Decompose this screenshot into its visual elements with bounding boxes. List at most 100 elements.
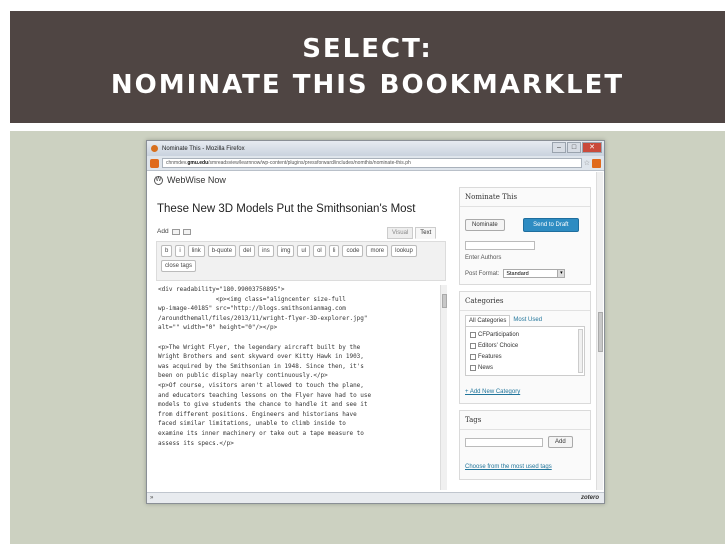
code-line: assess its specs.</p> [158, 439, 234, 447]
tab-most-used[interactable]: Most Used [510, 315, 545, 326]
page-scroll-thumb[interactable] [598, 312, 603, 352]
url-path: /smreadsview/learnnow/wp-content/plugins… [208, 160, 411, 166]
category-checklist: CFParticipation Editors' Choice Features Ne… [465, 326, 585, 376]
code-line: models to give students the chance to ha… [158, 401, 368, 409]
add-media-icon[interactable] [182, 228, 191, 235]
close-window-button[interactable]: ✕ [582, 142, 602, 153]
category-checkbox[interactable] [470, 342, 476, 349]
category-checkbox[interactable] [470, 353, 476, 360]
categories-title: Categories [460, 292, 590, 311]
chevron-down-icon: ▾ [557, 270, 565, 277]
tab-text[interactable]: Text [415, 227, 437, 239]
editor-scrollbar[interactable] [440, 285, 447, 490]
category-checkbox[interactable] [470, 331, 476, 338]
quicktag-button[interactable]: lookup [391, 245, 417, 257]
add-new-category-link[interactable]: + Add New Category [465, 389, 520, 395]
send-to-draft-button[interactable]: Send to Draft [523, 218, 579, 232]
post-format-label: Post Format: [465, 270, 500, 277]
quicktags-toolbar: b i link b-quote del ins img ul ol li code more look… [156, 241, 446, 281]
add-tag-button[interactable]: Add [548, 436, 573, 448]
wordpress-icon: W [154, 175, 163, 185]
tags-title: Tags [460, 411, 590, 430]
code-line: was acquired by the Smithsonian in 1948.… [158, 362, 364, 370]
code-line: <p><img class="aligncenter size-full [158, 295, 346, 303]
url-domain: gmu.edu [187, 160, 209, 166]
categories-box: Categories All Categories Most Used CFPa… [459, 291, 591, 404]
quicktag-button[interactable]: ins [258, 245, 274, 257]
quicktag-button[interactable]: i [175, 245, 185, 257]
code-line: faced similar limitations, unable to cli… [158, 420, 346, 428]
quicktag-button[interactable]: b [161, 245, 173, 257]
quicktag-button[interactable]: img [276, 245, 295, 257]
quicktag-button[interactable]: b-quote [207, 245, 237, 257]
add-image-icon[interactable] [171, 228, 180, 235]
most-used-tags-link[interactable]: Choose from the most used tags [465, 464, 552, 470]
code-line: wp-image-40185" src="http://blogs.smiths… [158, 305, 346, 313]
browser-titlebar: Nominate This - Mozilla Firefox – □ ✕ [147, 141, 604, 156]
url-prefix: chnmdev. [166, 160, 188, 166]
html-editor-textarea[interactable]: <div readability="180.99003750895"> <p><… [156, 285, 442, 490]
category-label: News [478, 364, 494, 371]
tab-all-categories[interactable]: All Categories [465, 315, 511, 326]
slide-title-line-2: NOMINATE THIS BOOKMARKLET [110, 70, 625, 100]
nominate-box-title: Nominate This [460, 188, 590, 207]
page-scrollbar[interactable] [596, 172, 603, 490]
quicktag-button[interactable]: ol [313, 245, 326, 257]
slide-title-band: SELECT: NOMINATE THIS BOOKMARKLET [10, 11, 725, 123]
category-scrollbar[interactable] [578, 329, 583, 373]
quicktag-button[interactable]: more [366, 245, 389, 257]
maximize-button[interactable]: □ [567, 142, 581, 153]
tags-box: Tags Add Choose from the most used tags [459, 410, 591, 480]
post-format-value: Standard [506, 270, 529, 277]
category-label: Editors' Choice [478, 342, 519, 349]
quicktag-button[interactable]: del [239, 245, 256, 257]
minimize-button[interactable]: – [552, 142, 566, 153]
category-label: CFParticipation [478, 331, 520, 338]
tab-visual[interactable]: Visual [387, 227, 414, 239]
code-line: alt="" width="0" height="0"/></p> [158, 324, 278, 332]
post-title-input[interactable]: These New 3D Models Put the Smithsonian'… [157, 203, 416, 215]
enter-authors-label: Enter Authors [465, 255, 502, 261]
category-label: Features [478, 353, 502, 360]
zotero-icon[interactable]: zotero [581, 493, 599, 503]
category-item[interactable]: Editors' Choice [470, 340, 580, 351]
address-bar-row: chnmdev.gmu.edu/smreadsview/learnnow/wp-… [147, 156, 604, 171]
site-header: W WebWise Now [147, 172, 455, 188]
post-format-select[interactable]: Standard ▾ [503, 269, 566, 278]
code-line: examine its inner machinery or take out … [158, 429, 364, 437]
code-line: <p>Of course, visitors aren't allowed to… [158, 381, 364, 389]
category-checkbox[interactable] [470, 364, 476, 371]
window-title: Nominate This - Mozilla Firefox [162, 145, 245, 152]
bookmark-star-icon[interactable]: ☆ [584, 159, 590, 167]
tags-input[interactable] [465, 437, 543, 447]
category-item[interactable]: News [470, 362, 580, 373]
firefox-menu-icon[interactable] [150, 158, 159, 168]
editor-scroll-thumb[interactable] [442, 294, 447, 308]
code-line: /aroundthemall/files/2013/11/wright-flye… [158, 314, 368, 322]
quicktag-button[interactable]: li [328, 245, 340, 257]
authors-input[interactable] [465, 241, 535, 250]
quicktag-button[interactable]: link [187, 245, 205, 257]
nominate-sidebar: Nominate This Nominate Send to Draft Ent… [459, 187, 591, 499]
url-field[interactable]: chnmdev.gmu.edu/smreadsview/learnnow/wp-… [162, 158, 582, 168]
code-line: <p>The Wright Flyer, the legendary aircr… [158, 343, 361, 351]
firefox-icon [151, 145, 158, 152]
add-media-label: Add [157, 228, 169, 235]
feed-icon[interactable] [592, 158, 601, 168]
code-line: been on public display nearly continuous… [158, 372, 328, 380]
browser-screenshot: Nominate This - Mozilla Firefox – □ ✕ ch… [146, 140, 605, 504]
quicktag-button[interactable]: ul [297, 245, 311, 257]
status-left: » [150, 495, 154, 501]
category-item[interactable]: CFParticipation [470, 329, 580, 340]
nominate-box: Nominate This Nominate Send to Draft Ent… [459, 187, 591, 285]
code-line: <div readability="180.99003750895"> [158, 286, 285, 293]
status-bar: » zotero [147, 492, 604, 503]
category-item[interactable]: Features [470, 351, 580, 362]
code-line: and educators teaching lessons on the Fl… [158, 391, 372, 399]
site-name[interactable]: WebWise Now [167, 175, 226, 185]
quicktag-button[interactable]: code [342, 245, 364, 257]
window-controls: – □ ✕ [552, 142, 602, 153]
quicktag-button[interactable]: close tags [161, 260, 197, 272]
nominate-button[interactable]: Nominate [465, 219, 505, 231]
